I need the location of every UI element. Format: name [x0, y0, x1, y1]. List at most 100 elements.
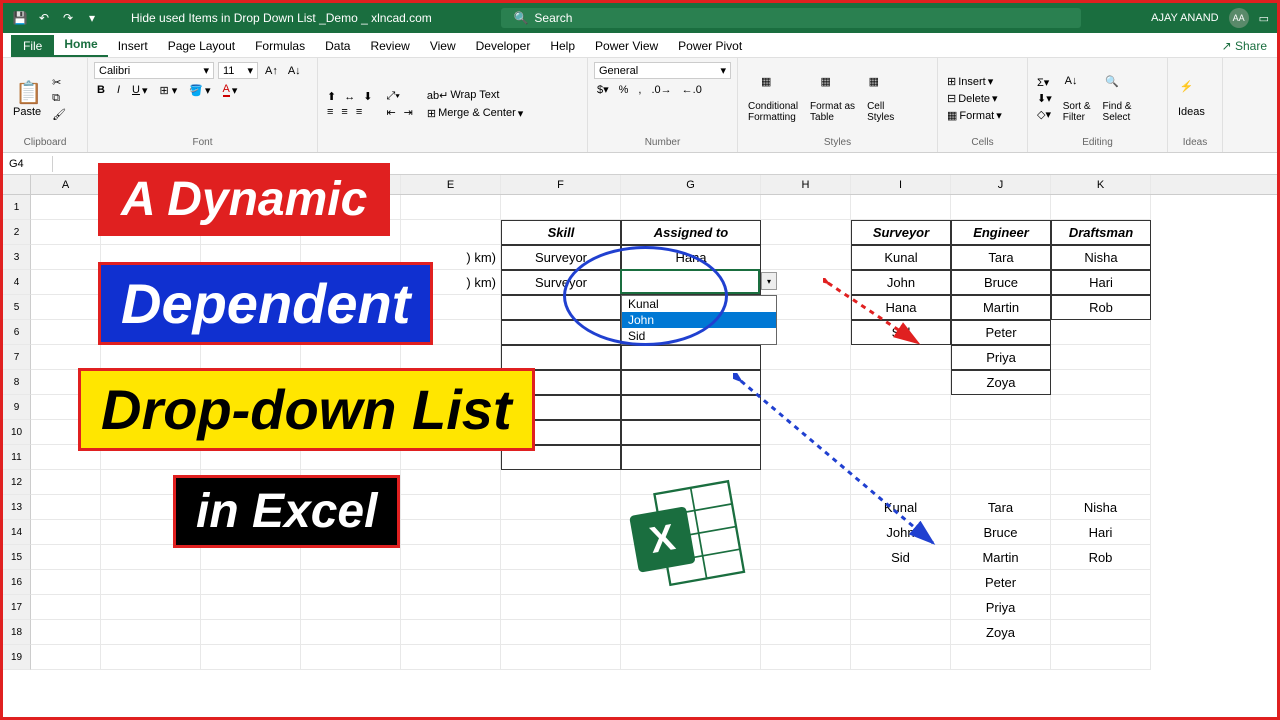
format-as-table-button[interactable]: ▦Format as Table — [806, 73, 859, 125]
font-name-dropdown[interactable]: Calibri▾ — [94, 62, 214, 79]
table2-cell[interactable]: Rob — [1051, 295, 1151, 320]
row-header-9[interactable]: 9 — [3, 395, 31, 420]
align-bottom-button[interactable]: ⬇ — [360, 89, 375, 104]
col-header-F[interactable]: F — [501, 175, 621, 194]
row-header-2[interactable]: 2 — [3, 220, 31, 245]
border-button[interactable]: ⊞ ▾ — [157, 83, 181, 98]
tab-help[interactable]: Help — [540, 35, 585, 57]
cell[interactable] — [501, 345, 621, 370]
table3-cell[interactable] — [851, 595, 951, 620]
undo-icon[interactable]: ↶ — [35, 9, 53, 27]
row-header-7[interactable]: 7 — [3, 345, 31, 370]
col-header-A[interactable]: A — [31, 175, 101, 194]
bold-button[interactable]: B — [94, 83, 108, 97]
sort-filter-button[interactable]: A↓Sort & Filter — [1059, 73, 1095, 125]
table3-cell[interactable]: Priya — [951, 595, 1051, 620]
table3-cell[interactable]: Sid — [851, 545, 951, 570]
format-cells-button[interactable]: ▦ Format ▾ — [944, 108, 1005, 123]
qat-more-icon[interactable]: ▾ — [83, 9, 101, 27]
col-header-K[interactable]: K — [1051, 175, 1151, 194]
find-select-button[interactable]: 🔍Find & Select — [1099, 73, 1136, 125]
align-top-button[interactable]: ⬆ — [324, 89, 339, 104]
font-color-button[interactable]: A▾ — [220, 82, 241, 98]
table2-header-0[interactable]: Surveyor — [851, 220, 951, 245]
table3-cell[interactable]: Rob — [1051, 545, 1151, 570]
table3-cell[interactable]: Tara — [951, 495, 1051, 520]
table2-cell[interactable] — [851, 345, 951, 370]
row-header-19[interactable]: 19 — [3, 645, 31, 670]
table2-cell[interactable]: John — [851, 270, 951, 295]
table3-cell[interactable] — [1051, 570, 1151, 595]
table3-cell[interactable]: Hari — [1051, 520, 1151, 545]
name-box[interactable]: G4 — [3, 156, 53, 172]
tab-formulas[interactable]: Formulas — [245, 35, 315, 57]
ideas-button[interactable]: ⚡Ideas — [1174, 78, 1209, 120]
increase-decimal-button[interactable]: .0→ — [648, 82, 674, 97]
share-button[interactable]: ↗ Share — [1212, 35, 1277, 57]
row-header-13[interactable]: 13 — [3, 495, 31, 520]
align-left-button[interactable]: ≡ — [324, 105, 336, 119]
cell-G3[interactable]: Hana — [621, 245, 761, 270]
table2-cell[interactable] — [1051, 345, 1151, 370]
col-header-G[interactable]: G — [621, 175, 761, 194]
table2-cell[interactable]: Zoya — [951, 370, 1051, 395]
number-format-dropdown[interactable]: General▾ — [594, 62, 731, 79]
paste-button[interactable]: 📋 Paste — [9, 78, 45, 120]
row-header-10[interactable]: 10 — [3, 420, 31, 445]
ribbon-display-icon[interactable]: ▭ — [1259, 12, 1269, 25]
table2-cell[interactable]: Priya — [951, 345, 1051, 370]
table2-cell[interactable] — [1051, 370, 1151, 395]
cell[interactable] — [621, 370, 761, 395]
table2-cell[interactable] — [1051, 320, 1151, 345]
table3-cell[interactable] — [851, 570, 951, 595]
row-header-17[interactable]: 17 — [3, 595, 31, 620]
row-header-3[interactable]: 3 — [3, 245, 31, 270]
cell-F3[interactable]: Surveyor — [501, 245, 621, 270]
save-icon[interactable]: 💾 — [11, 9, 29, 27]
select-all-corner[interactable] — [3, 175, 31, 194]
cell[interactable] — [621, 345, 761, 370]
row-header-11[interactable]: 11 — [3, 445, 31, 470]
table3-cell[interactable]: Peter — [951, 570, 1051, 595]
row-header-16[interactable]: 16 — [3, 570, 31, 595]
row-header-1[interactable]: 1 — [3, 195, 31, 220]
row-header-15[interactable]: 15 — [3, 545, 31, 570]
table2-cell[interactable]: Nisha — [1051, 245, 1151, 270]
underline-button[interactable]: U ▾ — [129, 83, 150, 98]
dropdown-item[interactable]: Kunal — [622, 296, 776, 312]
table2-cell[interactable]: Martin — [951, 295, 1051, 320]
col-header-E[interactable]: E — [401, 175, 501, 194]
cell[interactable] — [621, 395, 761, 420]
table2-cell[interactable]: Tara — [951, 245, 1051, 270]
merge-center-button[interactable]: ⊞ Merge & Center ▾ — [424, 106, 526, 121]
dropdown-handle[interactable]: ▾ — [761, 272, 777, 290]
conditional-formatting-button[interactable]: ▦Conditional Formatting — [744, 73, 802, 125]
table2-cell[interactable]: Sid — [851, 320, 951, 345]
tab-insert[interactable]: Insert — [108, 35, 158, 57]
align-middle-button[interactable]: ↔ — [341, 89, 358, 104]
tab-home[interactable]: Home — [54, 33, 107, 57]
col-header-I[interactable]: I — [851, 175, 951, 194]
autosum-button[interactable]: Σ▾ — [1034, 75, 1055, 90]
insert-cells-button[interactable]: ⊞ Insert ▾ — [944, 74, 1005, 89]
cell-assigned-header[interactable]: Assigned to — [621, 220, 761, 245]
italic-button[interactable]: I — [114, 83, 123, 97]
tab-power-view[interactable]: Power View — [585, 35, 668, 57]
tab-developer[interactable]: Developer — [466, 35, 541, 57]
table2-cell[interactable] — [851, 370, 951, 395]
table3-cell[interactable]: Zoya — [951, 620, 1051, 645]
search-input[interactable]: 🔍 Search — [501, 8, 1081, 28]
table3-cell[interactable]: Nisha — [1051, 495, 1151, 520]
tab-review[interactable]: Review — [360, 35, 419, 57]
redo-icon[interactable]: ↷ — [59, 9, 77, 27]
comma-button[interactable]: , — [635, 82, 644, 97]
row-header-18[interactable]: 18 — [3, 620, 31, 645]
decrease-font-button[interactable]: A↓ — [285, 62, 304, 79]
dropdown-item[interactable]: Sid — [622, 328, 776, 344]
table2-cell[interactable]: Kunal — [851, 245, 951, 270]
row-header-8[interactable]: 8 — [3, 370, 31, 395]
copy-button[interactable]: ⧉ — [49, 91, 69, 106]
tab-view[interactable]: View — [420, 35, 466, 57]
cell-F4[interactable]: Surveyor — [501, 270, 621, 295]
table3-cell[interactable] — [851, 620, 951, 645]
